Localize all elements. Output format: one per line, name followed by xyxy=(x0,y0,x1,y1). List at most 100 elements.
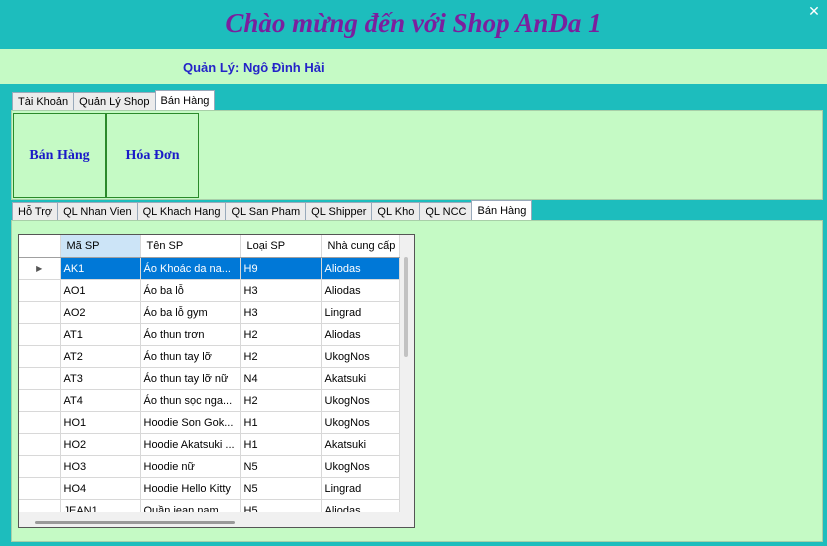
row-header[interactable] xyxy=(19,279,61,302)
table-row[interactable]: ▶ AK1 Áo Khoác da na... H9 Aliodas xyxy=(19,257,400,280)
table-row[interactable]: AT2 Áo thun tay lỡ H2 UkogNos xyxy=(19,345,400,368)
cell-ten-sp[interactable]: Áo ba lỗ xyxy=(140,279,241,302)
cell-nha-cung-cap[interactable]: UkogNos xyxy=(321,455,400,478)
table-row[interactable]: AT4 Áo thun sọc nga... H2 UkogNos xyxy=(19,389,400,412)
cell-nha-cung-cap[interactable]: Akatsuki xyxy=(321,433,400,456)
cell-loai-sp[interactable]: N5 xyxy=(240,455,322,478)
tab-ban-hang-sub[interactable]: Bán Hàng xyxy=(471,200,533,221)
invoice-button[interactable]: Hóa Đơn xyxy=(106,113,199,198)
col-header-loai-sp[interactable]: Loại SP xyxy=(240,235,322,258)
cell-ma-sp[interactable]: AT2 xyxy=(60,345,141,368)
cell-ma-sp[interactable]: AK1 xyxy=(60,257,141,280)
horizontal-scroll-thumb[interactable] xyxy=(35,521,235,524)
manager-bar: Quản Lý: Ngô Đình Hải xyxy=(0,49,827,84)
horizontal-scrollbar[interactable] xyxy=(19,512,414,527)
cell-ten-sp[interactable]: Áo thun tay lỡ nữ xyxy=(140,367,241,390)
cell-ma-sp[interactable]: HO2 xyxy=(60,433,141,456)
cell-nha-cung-cap[interactable]: Lingrad xyxy=(321,477,400,500)
cell-loai-sp[interactable]: H2 xyxy=(240,389,322,412)
cell-ma-sp[interactable]: AT4 xyxy=(60,389,141,412)
row-header-corner xyxy=(19,235,61,258)
cell-ten-sp[interactable]: Áo thun sọc nga... xyxy=(140,389,241,412)
cell-loai-sp[interactable]: H1 xyxy=(240,411,322,434)
cell-loai-sp[interactable]: N4 xyxy=(240,367,322,390)
cell-ma-sp[interactable]: HO3 xyxy=(60,455,141,478)
cell-ten-sp[interactable]: Hoodie nữ xyxy=(140,455,241,478)
vertical-scroll-thumb[interactable] xyxy=(404,257,408,357)
cell-nha-cung-cap[interactable]: Aliodas xyxy=(321,279,400,302)
tab-ql-ncc[interactable]: QL NCC xyxy=(419,202,473,221)
cell-ma-sp[interactable]: HO4 xyxy=(60,477,141,500)
col-header-nha-cung-cap[interactable]: Nhà cung cấp xyxy=(321,235,400,258)
cell-ma-sp[interactable]: AT1 xyxy=(60,323,141,346)
row-header[interactable] xyxy=(19,455,61,478)
grid-body: ▶ AK1 Áo Khoác da na... H9 Aliodas AO1 Áo ba l… xyxy=(19,257,400,522)
tab-ql-kho[interactable]: QL Kho xyxy=(371,202,421,221)
table-row[interactable]: AO2 Áo ba lỗ gym H3 Lingrad xyxy=(19,301,400,324)
cell-loai-sp[interactable]: H3 xyxy=(240,279,322,302)
table-row[interactable]: HO3 Hoodie nữ N5 UkogNos xyxy=(19,455,400,478)
table-row[interactable]: AO1 Áo ba lỗ H3 Aliodas xyxy=(19,279,400,302)
col-header-ma-sp[interactable]: Mã SP xyxy=(60,235,141,258)
window-title: Chào mừng đến với Shop AnDa 1 xyxy=(225,8,602,38)
table-row[interactable]: HO4 Hoodie Hello Kitty N5 Lingrad xyxy=(19,477,400,500)
cell-ten-sp[interactable]: Hoodie Akatsuki ... xyxy=(140,433,241,456)
close-icon[interactable]: ✕ xyxy=(805,2,823,20)
cell-loai-sp[interactable]: H2 xyxy=(240,345,322,368)
cell-ten-sp[interactable]: Áo ba lỗ gym xyxy=(140,301,241,324)
tab-ql-nhan-vien[interactable]: QL Nhan Vien xyxy=(57,202,138,221)
cell-nha-cung-cap[interactable]: Aliodas xyxy=(321,323,400,346)
cell-ten-sp[interactable]: Áo Khoác da na... xyxy=(140,257,241,280)
cell-loai-sp[interactable]: H1 xyxy=(240,433,322,456)
sales-panel: Bán Hàng Hóa Đơn xyxy=(11,110,823,200)
cell-ma-sp[interactable]: AT3 xyxy=(60,367,141,390)
row-header[interactable] xyxy=(19,323,61,346)
cell-loai-sp[interactable]: H2 xyxy=(240,323,322,346)
cell-nha-cung-cap[interactable]: UkogNos xyxy=(321,411,400,434)
tab-ho-tro[interactable]: Hỗ Trợ xyxy=(12,202,59,221)
row-header[interactable] xyxy=(19,301,61,324)
product-panel: Mã SP Tên SP Loại SP Nhà cung cấp ▶ AK1 Áo… xyxy=(11,220,823,542)
row-header[interactable] xyxy=(19,433,61,456)
cell-ten-sp[interactable]: Hoodie Hello Kitty xyxy=(140,477,241,500)
tab-tai-khoan[interactable]: Tài Khoản xyxy=(12,92,75,111)
cell-loai-sp[interactable]: H9 xyxy=(240,257,322,280)
table-row[interactable]: HO2 Hoodie Akatsuki ... H1 Akatsuki xyxy=(19,433,400,456)
main-tab-strip: Tài Khoản Quản Lý Shop Bán Hàng xyxy=(12,90,216,111)
cell-ten-sp[interactable]: Áo thun tay lỡ xyxy=(140,345,241,368)
cell-nha-cung-cap[interactable]: Aliodas xyxy=(321,257,400,280)
tab-ql-san-pham[interactable]: QL San Pham xyxy=(225,202,307,221)
row-header[interactable] xyxy=(19,389,61,412)
row-header[interactable] xyxy=(19,411,61,434)
cell-ma-sp[interactable]: HO1 xyxy=(60,411,141,434)
table-row[interactable]: AT3 Áo thun tay lỡ nữ N4 Akatsuki xyxy=(19,367,400,390)
product-table: Mã SP Tên SP Loại SP Nhà cung cấp ▶ AK1 Áo… xyxy=(19,235,400,522)
cell-nha-cung-cap[interactable]: Lingrad xyxy=(321,301,400,324)
cell-nha-cung-cap[interactable]: UkogNos xyxy=(321,345,400,368)
grid-header-row: Mã SP Tên SP Loại SP Nhà cung cấp xyxy=(19,235,400,258)
row-header[interactable] xyxy=(19,477,61,500)
tab-ql-shipper[interactable]: QL Shipper xyxy=(305,202,373,221)
sub-tab-strip: Hỗ Trợ QL Nhan Vien QL Khach Hang QL San… xyxy=(12,200,533,221)
cell-ma-sp[interactable]: AO2 xyxy=(60,301,141,324)
cell-loai-sp[interactable]: H3 xyxy=(240,301,322,324)
cell-ma-sp[interactable]: AO1 xyxy=(60,279,141,302)
cell-nha-cung-cap[interactable]: Akatsuki xyxy=(321,367,400,390)
sell-button[interactable]: Bán Hàng xyxy=(13,113,106,198)
current-row-arrow-icon[interactable]: ▶ xyxy=(19,257,61,280)
cell-ten-sp[interactable]: Hoodie Son Gok... xyxy=(140,411,241,434)
col-header-ten-sp[interactable]: Tên SP xyxy=(140,235,241,258)
manager-label: Quản Lý: Ngô Đình Hải xyxy=(183,60,325,75)
vertical-scrollbar[interactable] xyxy=(400,235,414,512)
table-row[interactable]: HO1 Hoodie Son Gok... H1 UkogNos xyxy=(19,411,400,434)
tab-ql-khach-hang[interactable]: QL Khach Hang xyxy=(136,202,227,221)
table-row[interactable]: AT1 Áo thun trơn H2 Aliodas xyxy=(19,323,400,346)
cell-ten-sp[interactable]: Áo thun trơn xyxy=(140,323,241,346)
product-grid[interactable]: Mã SP Tên SP Loại SP Nhà cung cấp ▶ AK1 Áo… xyxy=(18,234,415,528)
tab-quan-ly-shop[interactable]: Quản Lý Shop xyxy=(73,92,156,111)
cell-loai-sp[interactable]: N5 xyxy=(240,477,322,500)
row-header[interactable] xyxy=(19,367,61,390)
row-header[interactable] xyxy=(19,345,61,368)
cell-nha-cung-cap[interactable]: UkogNos xyxy=(321,389,400,412)
tab-ban-hang[interactable]: Bán Hàng xyxy=(154,90,216,111)
